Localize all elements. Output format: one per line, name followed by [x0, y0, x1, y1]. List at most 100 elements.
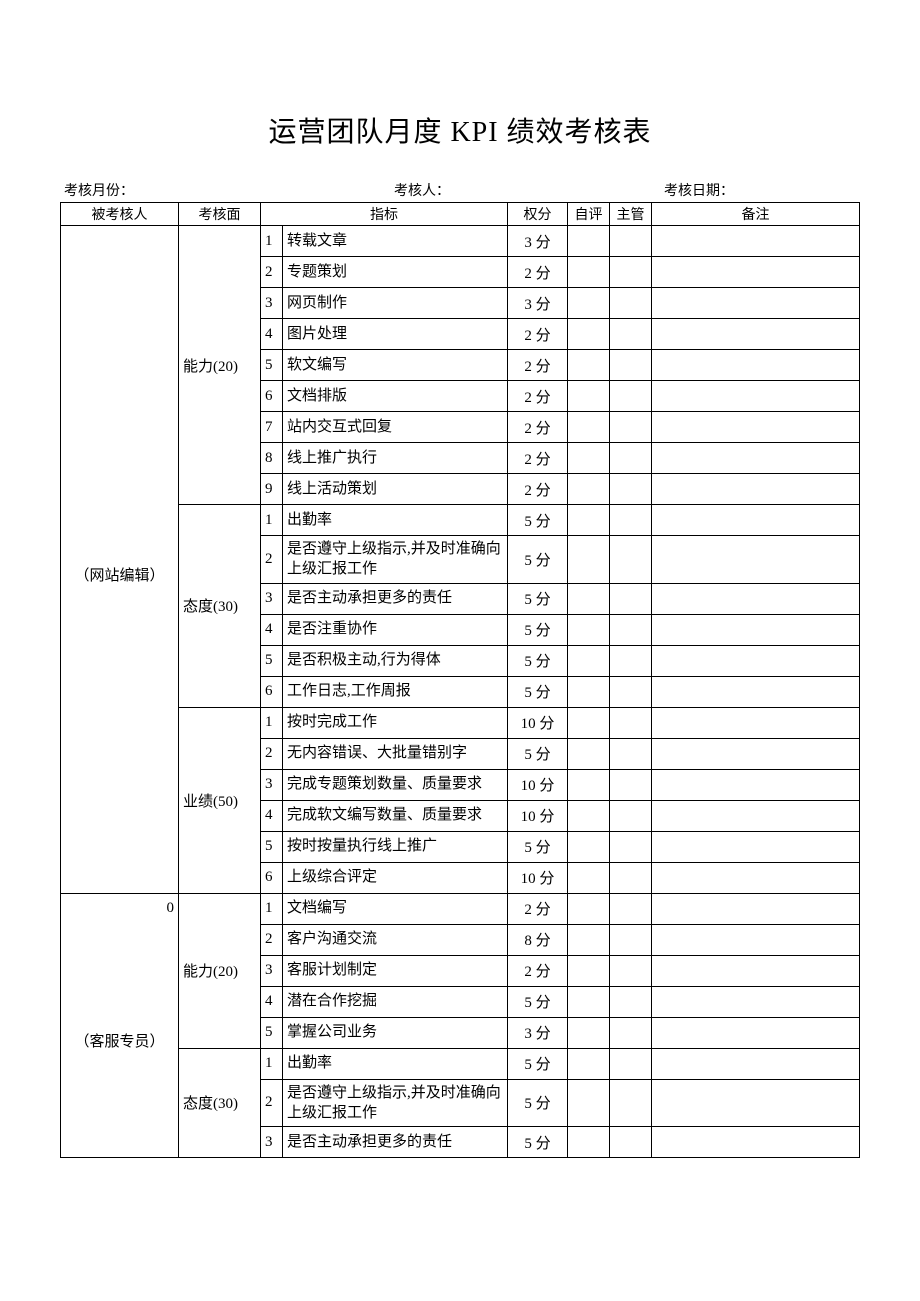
item-weight: 2 分	[508, 955, 568, 986]
item-weight: 2 分	[508, 412, 568, 443]
item-index: 6	[261, 381, 283, 412]
item-weight: 5 分	[508, 536, 568, 584]
item-index: 3	[261, 288, 283, 319]
item-weight: 2 分	[508, 474, 568, 505]
subject-cell: （网站编辑）	[61, 257, 179, 894]
item-metric: 上级综合评定	[283, 862, 508, 893]
item-index: 2	[261, 257, 283, 288]
item-note	[652, 226, 860, 257]
item-metric: 是否积极主动,行为得体	[283, 645, 508, 676]
item-index: 1	[261, 1048, 283, 1079]
item-metric: 图片处理	[283, 319, 508, 350]
th-note: 备注	[652, 203, 860, 226]
item-index: 1	[261, 226, 283, 257]
item-metric: 出勤率	[283, 1048, 508, 1079]
item-weight: 10 分	[508, 707, 568, 738]
table-row: 态度(30) 1 出勤率 5 分	[61, 505, 860, 536]
item-weight: 5 分	[508, 676, 568, 707]
item-metric: 掌握公司业务	[283, 1017, 508, 1048]
aspect-cell: 能力(20)	[179, 226, 261, 505]
item-metric: 完成专题策划数量、质量要求	[283, 769, 508, 800]
item-weight: 5 分	[508, 583, 568, 614]
item-metric: 专题策划	[283, 257, 508, 288]
item-weight: 2 分	[508, 257, 568, 288]
table-row: 业绩(50) 1 按时完成工作 10 分	[61, 707, 860, 738]
item-metric: 线上推广执行	[283, 443, 508, 474]
item-weight: 8 分	[508, 924, 568, 955]
item-metric: 完成软文编写数量、质量要求	[283, 800, 508, 831]
month-label: 考核月份：	[64, 180, 134, 200]
item-weight: 3 分	[508, 226, 568, 257]
kpi-table: 被考核人 考核面 指标 权分 自评 主管 备注 能力(20) 1 转载文章 3 …	[60, 202, 860, 1158]
item-index: 6	[261, 862, 283, 893]
item-weight: 5 分	[508, 738, 568, 769]
item-index: 2	[261, 1079, 283, 1127]
item-metric: 转载文章	[283, 226, 508, 257]
item-metric: 工作日志,工作周报	[283, 676, 508, 707]
item-index: 1	[261, 893, 283, 924]
table-header-row: 被考核人 考核面 指标 权分 自评 主管 备注	[61, 203, 860, 226]
item-index: 4	[261, 986, 283, 1017]
item-index: 3	[261, 583, 283, 614]
item-weight: 5 分	[508, 505, 568, 536]
zero-placeholder-cell: 0	[61, 893, 179, 924]
item-metric: 出勤率	[283, 505, 508, 536]
aspect-cell: 业绩(50)	[179, 707, 261, 893]
th-weight: 权分	[508, 203, 568, 226]
item-metric: 按时按量执行线上推广	[283, 831, 508, 862]
item-index: 4	[261, 614, 283, 645]
table-row: 能力(20) 1 转载文章 3 分	[61, 226, 860, 257]
item-metric: 软文编写	[283, 350, 508, 381]
aspect-cell: 态度(30)	[179, 505, 261, 708]
item-index: 1	[261, 707, 283, 738]
aspect-cell: 能力(20)	[179, 893, 261, 1048]
item-self	[568, 257, 610, 288]
item-metric: 客户沟通交流	[283, 924, 508, 955]
item-metric: 是否主动承担更多的责任	[283, 1127, 508, 1158]
item-weight: 10 分	[508, 769, 568, 800]
item-weight: 10 分	[508, 862, 568, 893]
item-index: 2	[261, 536, 283, 584]
table-row: 0 能力(20) 1 文档编写 2 分	[61, 893, 860, 924]
th-self: 自评	[568, 203, 610, 226]
item-index: 3	[261, 1127, 283, 1158]
item-index: 5	[261, 350, 283, 381]
th-subject: 被考核人	[61, 203, 179, 226]
item-metric: 网页制作	[283, 288, 508, 319]
item-weight: 2 分	[508, 381, 568, 412]
item-metric: 是否主动承担更多的责任	[283, 583, 508, 614]
item-index: 4	[261, 319, 283, 350]
item-weight: 5 分	[508, 1127, 568, 1158]
item-weight: 2 分	[508, 350, 568, 381]
item-index: 8	[261, 443, 283, 474]
item-index: 2	[261, 738, 283, 769]
item-metric: 按时完成工作	[283, 707, 508, 738]
item-weight: 10 分	[508, 800, 568, 831]
item-index: 3	[261, 769, 283, 800]
item-metric: 文档排版	[283, 381, 508, 412]
item-self	[568, 226, 610, 257]
assessor-label: 考核人：	[394, 180, 450, 200]
item-metric: 线上活动策划	[283, 474, 508, 505]
assessment-meta-row: 考核月份： 考核人： 考核日期：	[60, 180, 860, 200]
item-weight: 2 分	[508, 319, 568, 350]
item-metric: 是否注重协作	[283, 614, 508, 645]
item-index: 7	[261, 412, 283, 443]
page-title: 运营团队月度 KPI 绩效考核表	[60, 110, 860, 150]
item-index: 5	[261, 645, 283, 676]
item-metric: 无内容错误、大批量错别字	[283, 738, 508, 769]
item-index: 6	[261, 676, 283, 707]
subject-cell: （客服专员）	[61, 924, 179, 1158]
item-weight: 5 分	[508, 645, 568, 676]
item-weight: 5 分	[508, 1048, 568, 1079]
item-mgr	[610, 226, 652, 257]
item-weight: 3 分	[508, 288, 568, 319]
date-label: 考核日期：	[664, 180, 734, 200]
item-weight: 5 分	[508, 831, 568, 862]
item-weight: 5 分	[508, 986, 568, 1017]
item-metric: 是否遵守上级指示,并及时准确向上级汇报工作	[283, 1079, 508, 1127]
item-weight: 5 分	[508, 1079, 568, 1127]
item-note	[652, 257, 860, 288]
item-index: 3	[261, 955, 283, 986]
item-mgr	[610, 257, 652, 288]
